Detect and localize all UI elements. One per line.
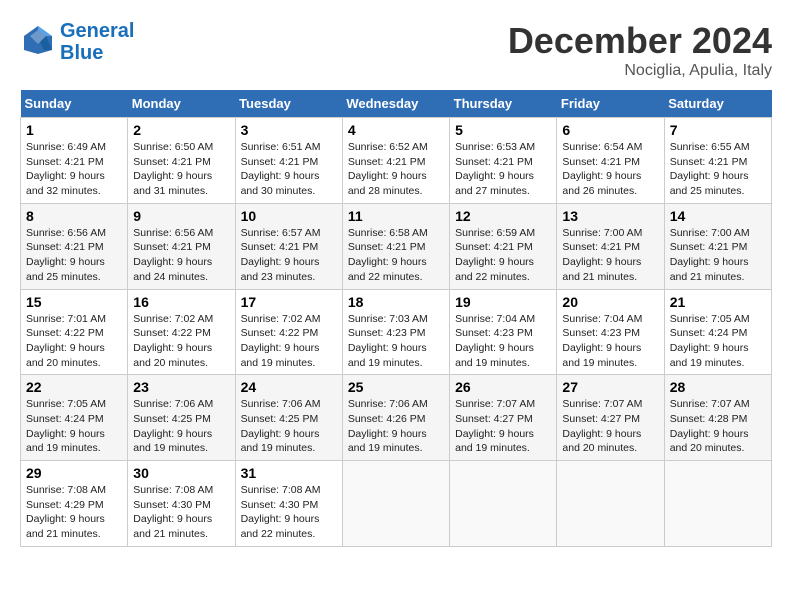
table-row: 29 Sunrise: 7:08 AMSunset: 4:29 PMDaylig… (21, 461, 128, 547)
calendar-table: Sunday Monday Tuesday Wednesday Thursday… (20, 90, 772, 547)
table-row: 27 Sunrise: 7:07 AMSunset: 4:27 PMDaylig… (557, 375, 664, 461)
table-row: 30 Sunrise: 7:08 AMSunset: 4:30 PMDaylig… (128, 461, 235, 547)
title-block: December 2024 Nociglia, Apulia, Italy (508, 20, 772, 80)
table-row (664, 461, 771, 547)
table-row: 24 Sunrise: 7:06 AMSunset: 4:25 PMDaylig… (235, 375, 342, 461)
table-row: 23 Sunrise: 7:06 AMSunset: 4:25 PMDaylig… (128, 375, 235, 461)
header-row: Sunday Monday Tuesday Wednesday Thursday… (21, 90, 772, 118)
table-row: 31 Sunrise: 7:08 AMSunset: 4:30 PMDaylig… (235, 461, 342, 547)
table-row: 18 Sunrise: 7:03 AMSunset: 4:23 PMDaylig… (342, 289, 449, 375)
col-monday: Monday (128, 90, 235, 118)
logo-icon (20, 22, 56, 58)
table-row: 19 Sunrise: 7:04 AMSunset: 4:23 PMDaylig… (450, 289, 557, 375)
table-row: 5 Sunrise: 6:53 AMSunset: 4:21 PMDayligh… (450, 118, 557, 204)
table-row (342, 461, 449, 547)
col-thursday: Thursday (450, 90, 557, 118)
table-row: 25 Sunrise: 7:06 AMSunset: 4:26 PMDaylig… (342, 375, 449, 461)
table-row: 9 Sunrise: 6:56 AMSunset: 4:21 PMDayligh… (128, 203, 235, 289)
location-title: Nociglia, Apulia, Italy (508, 62, 772, 80)
table-row: 3 Sunrise: 6:51 AMSunset: 4:21 PMDayligh… (235, 118, 342, 204)
table-row: 2 Sunrise: 6:50 AMSunset: 4:21 PMDayligh… (128, 118, 235, 204)
table-row (450, 461, 557, 547)
col-friday: Friday (557, 90, 664, 118)
table-row: 13 Sunrise: 7:00 AMSunset: 4:21 PMDaylig… (557, 203, 664, 289)
table-row: 21 Sunrise: 7:05 AMSunset: 4:24 PMDaylig… (664, 289, 771, 375)
table-row: 16 Sunrise: 7:02 AMSunset: 4:22 PMDaylig… (128, 289, 235, 375)
table-row: 1 Sunrise: 6:49 AMSunset: 4:21 PMDayligh… (21, 118, 128, 204)
col-wednesday: Wednesday (342, 90, 449, 118)
table-row: 14 Sunrise: 7:00 AMSunset: 4:21 PMDaylig… (664, 203, 771, 289)
col-saturday: Saturday (664, 90, 771, 118)
table-row: 26 Sunrise: 7:07 AMSunset: 4:27 PMDaylig… (450, 375, 557, 461)
table-row: 28 Sunrise: 7:07 AMSunset: 4:28 PMDaylig… (664, 375, 771, 461)
logo: General Blue (20, 20, 134, 64)
table-row: 11 Sunrise: 6:58 AMSunset: 4:21 PMDaylig… (342, 203, 449, 289)
table-row: 12 Sunrise: 6:59 AMSunset: 4:21 PMDaylig… (450, 203, 557, 289)
table-row: 22 Sunrise: 7:05 AMSunset: 4:24 PMDaylig… (21, 375, 128, 461)
table-row: 6 Sunrise: 6:54 AMSunset: 4:21 PMDayligh… (557, 118, 664, 204)
table-row: 7 Sunrise: 6:55 AMSunset: 4:21 PMDayligh… (664, 118, 771, 204)
table-row: 20 Sunrise: 7:04 AMSunset: 4:23 PMDaylig… (557, 289, 664, 375)
table-row: 10 Sunrise: 6:57 AMSunset: 4:21 PMDaylig… (235, 203, 342, 289)
col-sunday: Sunday (21, 90, 128, 118)
table-row: 8 Sunrise: 6:56 AMSunset: 4:21 PMDayligh… (21, 203, 128, 289)
month-title: December 2024 (508, 20, 772, 62)
logo-line2: Blue (60, 42, 134, 64)
table-row: 15 Sunrise: 7:01 AMSunset: 4:22 PMDaylig… (21, 289, 128, 375)
col-tuesday: Tuesday (235, 90, 342, 118)
table-row: 4 Sunrise: 6:52 AMSunset: 4:21 PMDayligh… (342, 118, 449, 204)
table-row (557, 461, 664, 547)
table-row: 17 Sunrise: 7:02 AMSunset: 4:22 PMDaylig… (235, 289, 342, 375)
logo-line1: General (60, 20, 134, 42)
page-header: General Blue December 2024 Nociglia, Apu… (20, 20, 772, 80)
